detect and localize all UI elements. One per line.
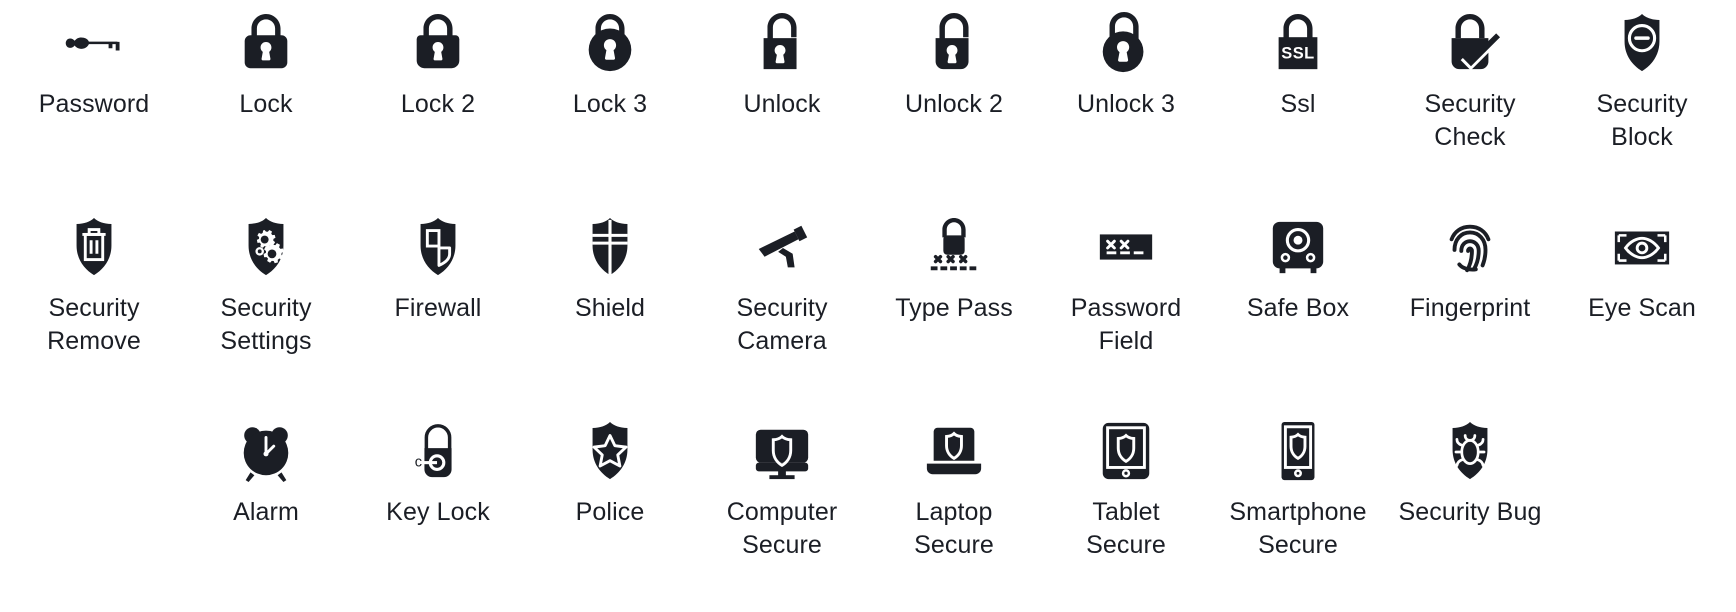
padlock-check-icon[interactable]	[1433, 0, 1507, 74]
icon-cell[interactable]: Firewall	[352, 204, 524, 408]
padlock-ssl-icon[interactable]: SSL	[1261, 0, 1335, 74]
shield-minus-icon[interactable]	[1605, 0, 1679, 74]
cctv-camera-icon[interactable]	[745, 204, 819, 278]
smartphone-shield-icon[interactable]	[1261, 408, 1335, 482]
icon-cell[interactable]: Alarm	[180, 408, 352, 612]
password-input-field-icon[interactable]	[1089, 204, 1163, 278]
icon-label: Lock	[239, 90, 293, 118]
laptop-shield-icon[interactable]	[917, 408, 991, 482]
desktop-shield-icon[interactable]	[745, 408, 819, 482]
padlock-open-rounded-icon[interactable]	[917, 0, 991, 74]
icon-cell[interactable]: Security Block	[1556, 0, 1728, 204]
padlock-closed-icon[interactable]	[401, 0, 475, 74]
icon-label: Lock 3	[572, 90, 648, 118]
icon-cell[interactable]: Unlock 2	[868, 0, 1040, 204]
icon-label: Eye Scan	[1588, 294, 1696, 322]
icon-label: Type Pass	[895, 294, 1013, 322]
padlock-open-square-icon[interactable]	[745, 0, 819, 74]
icon-label: Ssl	[1280, 90, 1316, 118]
icon-cell[interactable]: Eye Scan	[1556, 204, 1728, 408]
padlock-typing-password-icon[interactable]	[917, 204, 991, 278]
shield-bug-icon[interactable]	[1433, 408, 1507, 482]
icon-label: Security Block	[1596, 90, 1688, 151]
icon-cell[interactable]: Safe Box	[1212, 204, 1384, 408]
icon-cell[interactable]: Security Camera	[696, 204, 868, 408]
icon-cell[interactable]: Password	[8, 0, 180, 204]
padlock-open-round-icon[interactable]	[1089, 0, 1163, 74]
icon-label: Firewall	[394, 294, 482, 322]
icon-label: Unlock	[743, 90, 821, 118]
icon-cell[interactable]: Lock	[180, 0, 352, 204]
padlock-closed-round-icon[interactable]	[573, 0, 647, 74]
icon-grid: Password Lock Lock 2 Lock 3 Unlock Unloc…	[0, 0, 1736, 612]
icon-label: Lock 2	[400, 90, 476, 118]
icon-label: Computer Secure	[726, 498, 838, 559]
icon-label: Security Check	[1424, 90, 1516, 151]
icon-cell[interactable]: Tablet Secure	[1040, 408, 1212, 612]
icon-cell[interactable]: Smartphone Secure	[1212, 408, 1384, 612]
icon-label: Safe Box	[1246, 294, 1350, 322]
icon-label: Unlock 2	[904, 90, 1004, 118]
padlock-closed-rounded-icon[interactable]	[229, 0, 303, 74]
svg-text:c: c	[415, 455, 422, 471]
icon-cell[interactable]: Computer Secure	[696, 408, 868, 612]
icon-cell[interactable]: Lock 3	[524, 0, 696, 204]
icon-label: Password	[38, 90, 150, 118]
alarm-clock-icon[interactable]	[229, 408, 303, 482]
icon-cell[interactable]: Type Pass	[868, 204, 1040, 408]
key-icon[interactable]	[57, 0, 131, 74]
icon-cell[interactable]: Security Bug	[1384, 408, 1556, 612]
shield-trash-icon[interactable]	[57, 204, 131, 278]
icon-label: Police	[575, 498, 645, 526]
icon-cell[interactable]: Unlock 3	[1040, 0, 1212, 204]
icon-label: Shield	[574, 294, 646, 322]
icon-label: Tablet Secure	[1086, 498, 1166, 559]
icon-label: Security Remove	[47, 294, 141, 355]
shield-brick-wall-icon[interactable]	[401, 204, 475, 278]
svg-text:SSL: SSL	[1281, 45, 1314, 63]
eye-scan-icon[interactable]	[1605, 204, 1679, 278]
icon-cell[interactable]: Password Field	[1040, 204, 1212, 408]
icon-cell[interactable]: Police	[524, 408, 696, 612]
icon-cell[interactable]: Security Settings	[180, 204, 352, 408]
icon-label: Password Field	[1070, 294, 1182, 355]
icon-cell[interactable]: Security Check	[1384, 0, 1556, 204]
icon-cell[interactable]: Security Remove	[8, 204, 180, 408]
icon-cell[interactable]: c Key Lock	[352, 408, 524, 612]
icon-label: Key Lock	[386, 498, 490, 526]
icon-label: Unlock 3	[1076, 90, 1176, 118]
icon-cell[interactable]: Lock 2	[352, 0, 524, 204]
icon-label: Security Camera	[736, 294, 828, 355]
tablet-shield-icon[interactable]	[1089, 408, 1163, 482]
shield-star-icon[interactable]	[573, 408, 647, 482]
icon-cell[interactable]: Laptop Secure	[868, 408, 1040, 612]
shield-gears-icon[interactable]	[229, 204, 303, 278]
icon-label: Smartphone Secure	[1229, 498, 1367, 559]
icon-label: Alarm	[233, 498, 299, 526]
icon-label: Security Settings	[220, 294, 312, 355]
icon-cell[interactable]: Unlock	[696, 0, 868, 204]
icon-label: Fingerprint	[1409, 294, 1531, 322]
fingerprint-icon[interactable]	[1433, 204, 1507, 278]
safe-box-icon[interactable]	[1261, 204, 1335, 278]
icon-label: Laptop Secure	[914, 498, 994, 559]
shield-cross-icon[interactable]	[573, 204, 647, 278]
icon-cell[interactable]: Shield	[524, 204, 696, 408]
icon-cell[interactable]: Fingerprint	[1384, 204, 1556, 408]
padlock-keyhole-key-icon[interactable]: c	[401, 408, 475, 482]
icon-label: Security Bug	[1398, 498, 1542, 526]
icon-cell[interactable]: SSL Ssl	[1212, 0, 1384, 204]
